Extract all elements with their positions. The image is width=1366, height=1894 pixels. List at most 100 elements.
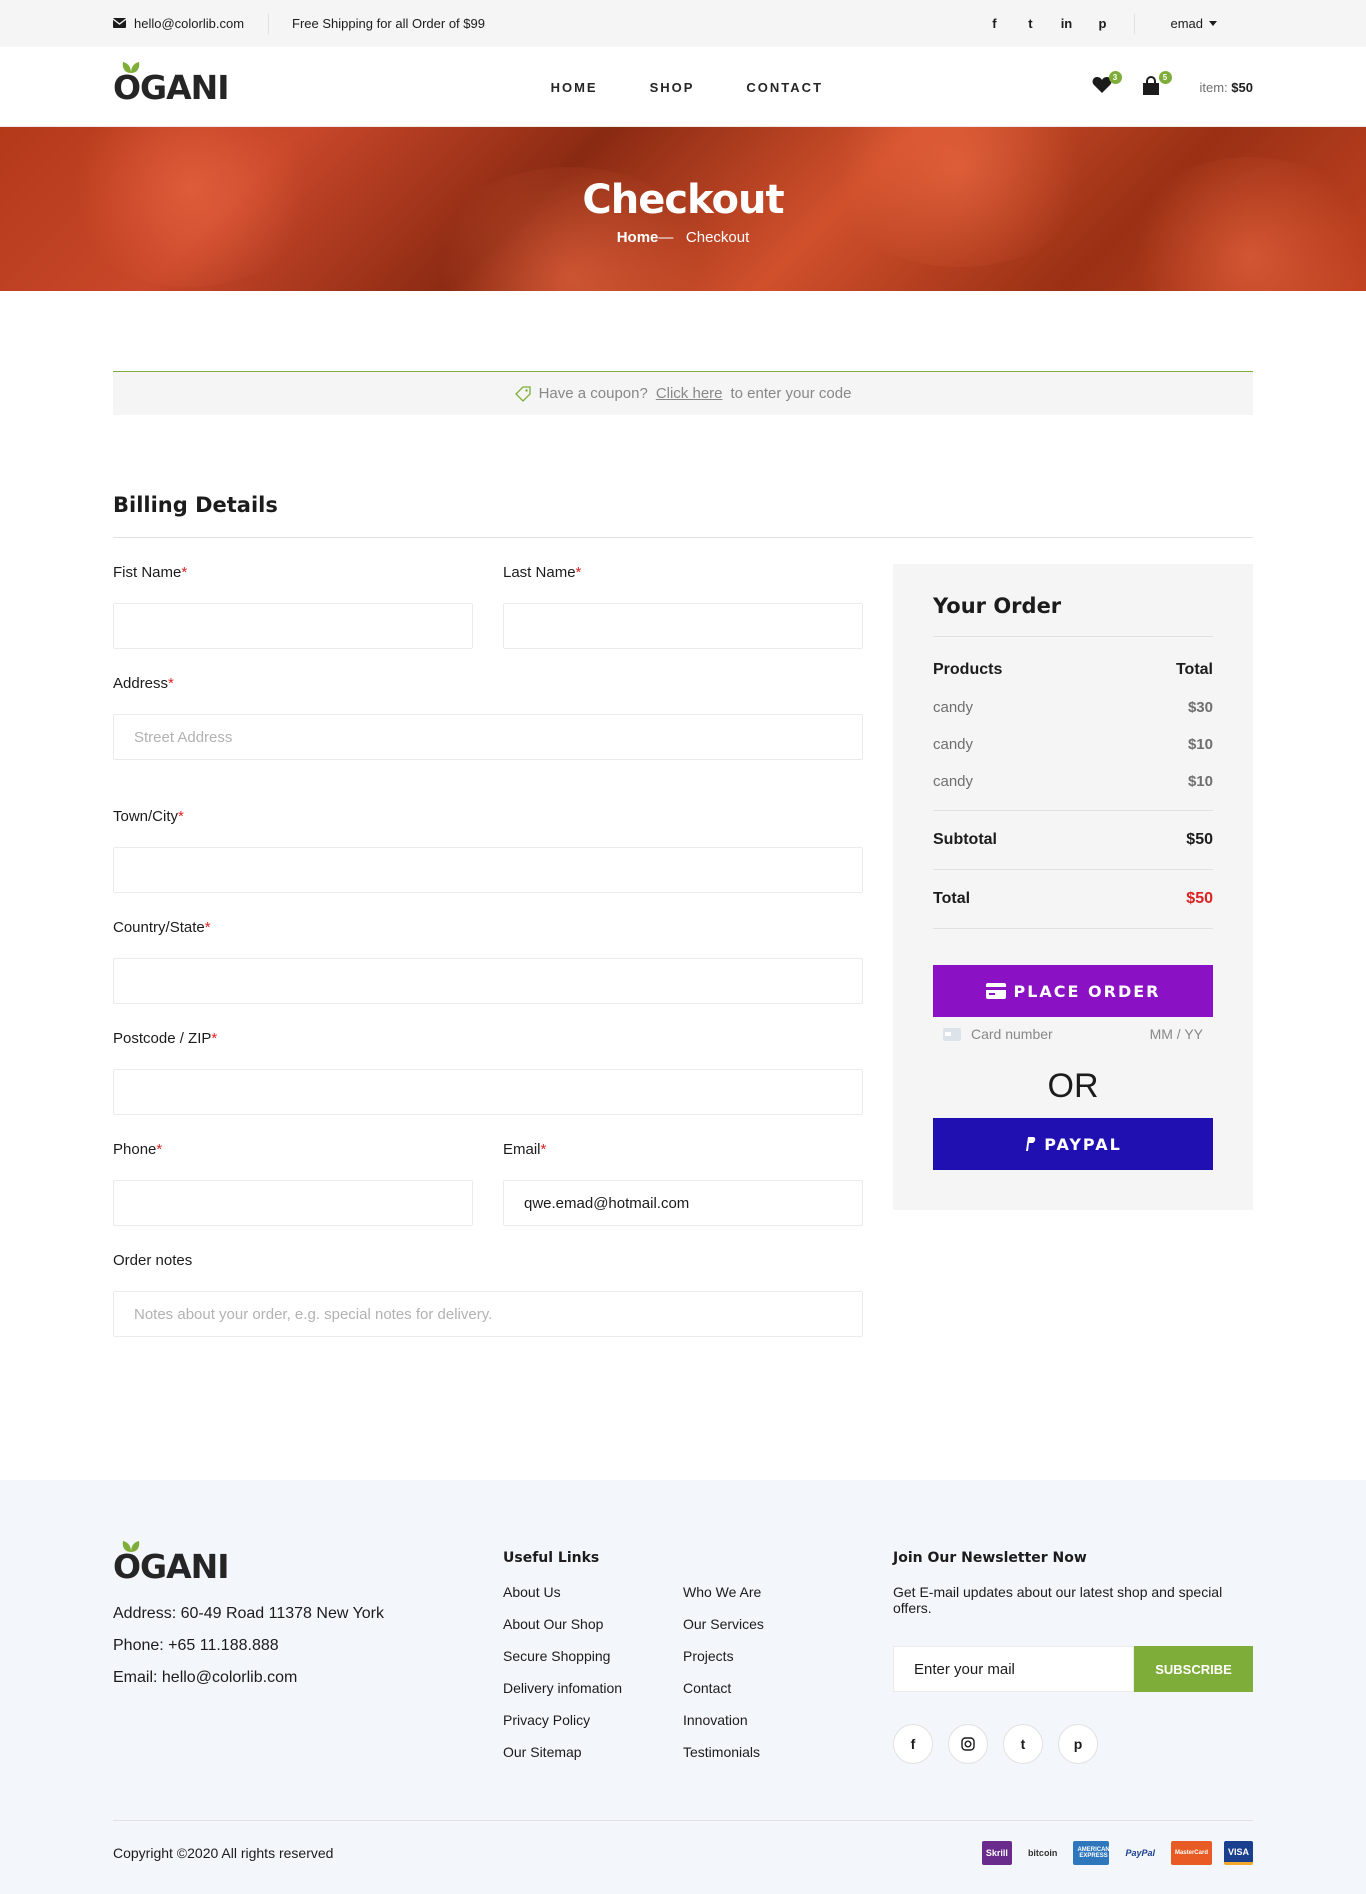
footer-phone: Phone: +65 11.188.888 <box>113 1637 279 1654</box>
skrill-icon: Skrill <box>981 1841 1012 1865</box>
links-column-1: About Us About Our Shop Secure Shopping … <box>503 1584 683 1776</box>
credit-card-icon <box>985 983 1006 999</box>
footer-link[interactable]: Secure Shopping <box>503 1648 683 1664</box>
first-name-input[interactable] <box>113 603 473 649</box>
products-label: Products <box>933 661 1003 678</box>
footer-link[interactable]: Projects <box>683 1648 863 1664</box>
breadcrumb-current: Checkout <box>685 229 750 246</box>
order-item-name: candy <box>933 736 974 753</box>
card-icon <box>943 1027 961 1041</box>
linkedin-icon[interactable]: in <box>1056 16 1076 31</box>
footer-link[interactable]: Innovation <box>683 1712 863 1728</box>
footer-link[interactable]: About Our Shop <box>503 1616 683 1632</box>
cart-total-value: $50 <box>1231 79 1253 95</box>
town-input[interactable] <box>113 847 863 893</box>
amex-icon: AMERICAN EXPRESS <box>1073 1841 1110 1865</box>
bitcoin-icon: bitcoin <box>1027 1848 1058 1858</box>
breadcrumb-hero: Checkout Home— Checkout <box>0 127 1366 291</box>
shopping-bag-icon <box>1142 76 1159 95</box>
email-input[interactable] <box>503 1180 863 1226</box>
footer-link[interactable]: Testimonials <box>683 1744 863 1760</box>
footer-link[interactable]: About Us <box>503 1584 683 1600</box>
card-input[interactable]: Card number MM / YY <box>933 1017 1213 1051</box>
footer-link[interactable]: Privacy Policy <box>503 1712 683 1728</box>
order-header: Products Total <box>933 661 1213 679</box>
or-divider: OR <box>1047 1067 1099 1105</box>
copyright-bar: Copyright ©2020 All rights reserved Skri… <box>113 1820 1253 1865</box>
total-row-label: Total <box>933 890 971 907</box>
coupon-notice: Have a coupon? Click here to enter your … <box>113 371 1253 415</box>
order-item-price: $10 <box>1187 736 1213 753</box>
paypal-label: PAYPAL <box>1044 1134 1122 1154</box>
visa-icon: VISA <box>1223 1841 1253 1865</box>
breadcrumb-home[interactable]: Home <box>617 229 659 246</box>
newsletter-text: Get E-mail updates about our latest shop… <box>893 1584 1223 1616</box>
footer-link[interactable]: Our Sitemap <box>503 1744 683 1760</box>
cart-total-label: item: <box>1199 79 1228 95</box>
logo[interactable]: OGANI <box>113 61 230 107</box>
order-item: candy $10 <box>933 773 1213 790</box>
country-label: Country/State* <box>113 919 211 936</box>
postcode-input[interactable] <box>113 1069 863 1115</box>
instagram-icon[interactable] <box>948 1724 988 1764</box>
coupon-link[interactable]: Click here <box>656 385 723 402</box>
last-name-input[interactable] <box>503 603 863 649</box>
tag-icon <box>514 385 531 402</box>
user-menu[interactable]: emad <box>1135 16 1253 31</box>
nav-contact[interactable]: CONTACT <box>746 80 823 95</box>
footer-address: Address: 60-49 Road 11378 New York <box>113 1605 384 1622</box>
nav-home[interactable]: HOME <box>551 80 598 95</box>
order-item-price: $10 <box>1187 773 1213 790</box>
country-input[interactable] <box>113 958 863 1004</box>
shipping-notice: Free Shipping for all Order of $99 <box>292 16 485 31</box>
place-order-button[interactable]: PLACE ORDER <box>933 965 1213 1017</box>
subtotal-row: Subtotal $50 <box>933 810 1213 869</box>
card-number-placeholder: Card number <box>971 1026 1053 1042</box>
order-notes-label: Order notes <box>113 1252 193 1269</box>
order-notes-input[interactable] <box>113 1291 863 1337</box>
facebook-icon[interactable]: f <box>893 1724 933 1764</box>
pinterest-icon[interactable]: p <box>1058 1724 1098 1764</box>
cart-button[interactable]: 5 <box>1142 71 1172 98</box>
logo-text: OGANI <box>113 67 230 107</box>
facebook-icon[interactable]: f <box>984 16 1004 31</box>
address-input[interactable] <box>113 714 863 760</box>
user-name: emad <box>1170 16 1203 31</box>
billing-form: Fist Name* Last Name* Address* Town/City… <box>113 564 863 1363</box>
pinterest-icon[interactable]: p <box>1092 16 1112 31</box>
breadcrumb-separator: — <box>658 229 674 246</box>
order-title: Your Order <box>933 594 1213 637</box>
footer-link[interactable]: Contact <box>683 1680 863 1696</box>
order-item-price: $30 <box>1187 699 1213 716</box>
main-nav: HOME SHOP CONTACT <box>551 80 823 95</box>
order-item-name: candy <box>933 699 974 716</box>
wishlist-button[interactable]: 3 <box>1092 71 1122 98</box>
newsletter-email-input[interactable] <box>893 1646 1134 1692</box>
phone-input[interactable] <box>113 1180 473 1226</box>
newsletter-form: SUBSCRIBE <box>893 1646 1253 1692</box>
twitter-icon[interactable]: t <box>1020 16 1040 31</box>
cart-count-badge: 5 <box>1158 71 1172 84</box>
order-item: candy $10 <box>933 736 1213 753</box>
footer-link[interactable]: Who We Are <box>683 1584 863 1600</box>
nav-shop[interactable]: SHOP <box>650 80 695 95</box>
first-name-label: Fist Name* <box>113 564 188 581</box>
paypal-button[interactable]: PAYPAL <box>933 1118 1213 1170</box>
postcode-label: Postcode / ZIP* <box>113 1030 218 1047</box>
footer: OGANI Address: 60-49 Road 11378 New York… <box>0 1480 1366 1894</box>
newsletter-title: Join Our Newsletter Now <box>893 1550 1087 1566</box>
cart-total: item: $50 <box>1200 80 1254 95</box>
subscribe-button[interactable]: SUBSCRIBE <box>1134 1646 1253 1692</box>
twitter-icon[interactable]: t <box>1003 1724 1043 1764</box>
footer-link[interactable]: Our Services <box>683 1616 863 1632</box>
header-email[interactable]: hello@colorlib.com <box>112 13 270 34</box>
mastercard-icon: MasterCard <box>1170 1841 1212 1865</box>
phone-label: Phone* <box>113 1141 163 1158</box>
wishlist-count-badge: 3 <box>1108 71 1122 84</box>
footer-link[interactable]: Delivery infomation <box>503 1680 683 1696</box>
page-title: Checkout <box>582 177 784 223</box>
footer-logo[interactable]: OGANI <box>113 1541 503 1583</box>
email-label: Email* <box>503 1141 547 1158</box>
paypal-logo-icon: PayPal <box>1125 1848 1155 1858</box>
total-row: Total $50 <box>933 869 1213 929</box>
